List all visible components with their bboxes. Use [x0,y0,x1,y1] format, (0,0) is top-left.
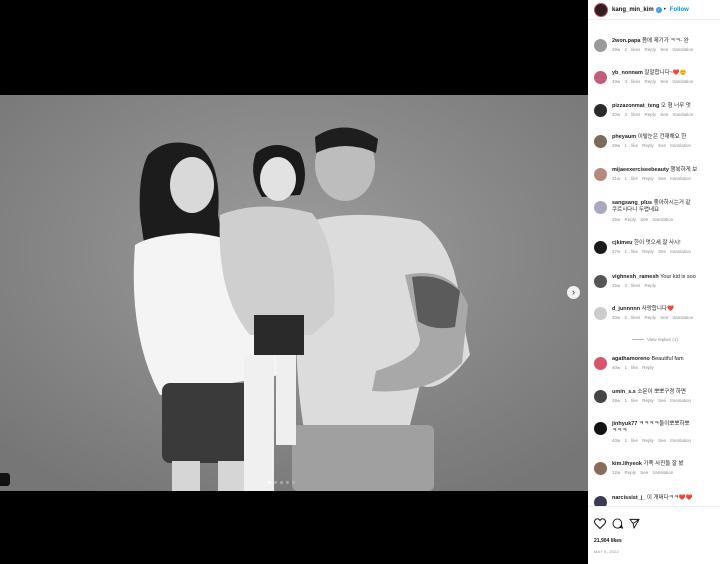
comment-body: Your kid is soo [660,274,696,280]
post-date: MAY 8, 2022 [594,549,619,554]
post-photo[interactable] [0,95,588,491]
action-icons [594,518,640,529]
comment-body: 좋아하시는거 같 [653,200,691,206]
commenter-avatar[interactable] [594,168,607,181]
comment-body: 한이 멋으세 잘 사시! [634,240,681,246]
comment-meta[interactable]: 45w 3 likes Reply [612,283,656,288]
commenter-username[interactable]: cjkimeu [612,240,632,246]
comment-meta[interactable]: 40w 1 like Reply See translation [612,438,691,443]
comment-meta[interactable]: 40w 3 likes Reply See translation [612,112,693,117]
post-actions: 21,904 likes MAY 8, 2022 [588,506,720,564]
carousel-dot [268,481,271,484]
comment-body: 행복하게 보 [670,167,698,173]
comment-body: ㅋㅋㅋㅋ둘이뽀뽀하뽀 [638,421,690,427]
comment-text: yb_nonnam 잘말합니다~❤️😊 [612,70,687,77]
carousel-dot [292,481,295,484]
comment-meta[interactable]: 40w 2 likes Reply See translation [612,315,693,320]
comment-text: d_junnnnn 사랑합니다❤️ [612,306,674,313]
carousel-dots [268,481,295,484]
commenter-username[interactable]: jinhyuk77 [612,421,637,427]
verified-badge-icon: ✓ [655,6,662,13]
comment-meta[interactable]: 31w 1 like Reply See translation [612,176,691,181]
comment-body: 사랑합니다❤️ [641,306,674,312]
comment-text: 2won.papa 몸에 제기가 ㅋㅋ- 완 [612,38,689,45]
comment-body-line2: 쿠르시다니 두렵네요 [612,207,660,213]
heart-icon[interactable] [594,518,606,529]
comment-meta[interactable]: 40w 3 likes Reply See translation [612,79,693,84]
comment-body: Beautiful fam [651,356,684,362]
comment-body: 가족 사진들 잘 봤 [643,461,684,467]
instagram-post-modal: › kang_min_kim ✓ • Follow 2won.papa 몸에 제… [0,0,720,564]
comment-meta[interactable]: 29w 1 like Reply See translation [612,398,691,403]
commenter-avatar[interactable] [594,241,607,254]
media-pane: › [0,0,588,564]
chevron-right-icon: › [572,287,575,297]
commenter-avatar[interactable] [594,422,607,435]
commenter-username[interactable]: vighnesh_ramesh [612,274,659,280]
comment-meta[interactable]: 29w 1 like Reply See translation [612,143,691,148]
post-header: kang_min_kim ✓ • Follow [588,0,720,20]
commenter-username[interactable]: pheyaum [612,134,636,140]
comment-body: 이 개쩌다ㅋㅋ❤️❤️ [646,495,693,501]
photo-illustration [0,95,588,491]
comment-body: 오 형 너무 멋 [660,103,691,109]
commenter-username[interactable]: umin_s.s [612,389,636,395]
follow-button[interactable]: Follow [670,7,689,13]
comment-text: narcissist_j_ 이 개쩌다ㅋㅋ❤️❤️ [612,495,692,502]
view-replies-link[interactable]: View replies (1) [632,337,678,342]
commenter-avatar[interactable] [594,462,607,475]
author-avatar[interactable] [594,2,608,17]
comment-meta[interactable]: 45w Reply See translation [612,217,673,222]
comment-text: sangsang_plus 좋아하시는거 같 쿠르시다니 두렵네요 [612,200,691,214]
commenter-avatar[interactable] [594,39,607,52]
carousel-dot [286,481,289,484]
commenter-username[interactable]: kim.lihyeok [612,461,642,467]
comment-text: agathamoreno Beautiful fam [612,356,684,363]
comment-body: 잘말합니다~❤️😊 [644,70,687,76]
commenter-username[interactable]: 2won.papa [612,38,640,44]
commenter-avatar[interactable] [594,104,607,117]
commenter-avatar[interactable] [594,357,607,370]
next-image-button[interactable]: › [567,286,580,299]
media-overlay-tag[interactable] [0,473,10,486]
comment-text: pheyaum 이렇눈은 건재해요 한 [612,134,686,141]
share-icon[interactable] [629,518,640,529]
comment-meta[interactable]: 29w 2 likes Reply See translation [612,47,693,52]
commenter-username[interactable]: mijaeexerciseebeauty [612,167,669,173]
comment-meta[interactable]: 12w Reply See translation [612,470,673,475]
commenter-username[interactable]: d_junnnnn [612,306,640,312]
commenter-avatar[interactable] [594,307,607,320]
comment-text: pizzazonmat_teng 오 형 너무 멋 [612,103,691,110]
comment-body: 소문이 뽀뽀구경 하면 [637,389,686,395]
like-count[interactable]: 21,904 likes [594,538,622,544]
comment-text: cjkimeu 한이 멋으세 잘 사시! [612,240,681,247]
comment-text: umin_s.s 소문이 뽀뽀구경 하면 [612,389,686,396]
comment-text: kim.lihyeok 가족 사진들 잘 봤 [612,461,684,468]
comment-body-line2: ㅋㅋㅋ [612,428,628,434]
comment-body: 이렇눈은 건재해요 한 [637,134,687,140]
comment-meta[interactable]: 40w 1 like Reply [612,365,654,370]
comment-text: jinhyuk77 ㅋㅋㅋㅋ둘이뽀뽀하뽀 ㅋㅋㅋ [612,421,690,435]
post-side-panel: kang_min_kim ✓ • Follow 2won.papa 몸에 제기가… [588,0,720,564]
commenter-username[interactable]: agathamoreno [612,356,650,362]
commenter-username[interactable]: narcissist_j_ [612,495,645,501]
commenter-username[interactable]: pizzazonmat_teng [612,103,659,109]
comment-text: vighnesh_ramesh Your kid is soo [612,274,696,281]
commenter-avatar[interactable] [594,135,607,148]
comment-icon[interactable] [612,518,623,529]
author-username[interactable]: kang_min_kim [612,7,654,13]
comment-text: mijaeexerciseebeauty 행복하게 보 [612,167,697,174]
commenter-avatar[interactable] [594,390,607,403]
commenter-username[interactable]: yb_nonnam [612,70,643,76]
carousel-dot [274,481,277,484]
comment-meta[interactable]: 27w 1 like Reply See translation [612,249,691,254]
commenter-username[interactable]: sangsang_plus [612,200,652,206]
commenter-avatar[interactable] [594,201,607,214]
commenter-avatar[interactable] [594,275,607,288]
commenter-avatar[interactable] [594,71,607,84]
separator-dot: • [663,6,666,13]
comment-body: 몸에 제기가 ㅋㅋ- 완 [641,38,689,44]
carousel-dot [280,481,283,484]
